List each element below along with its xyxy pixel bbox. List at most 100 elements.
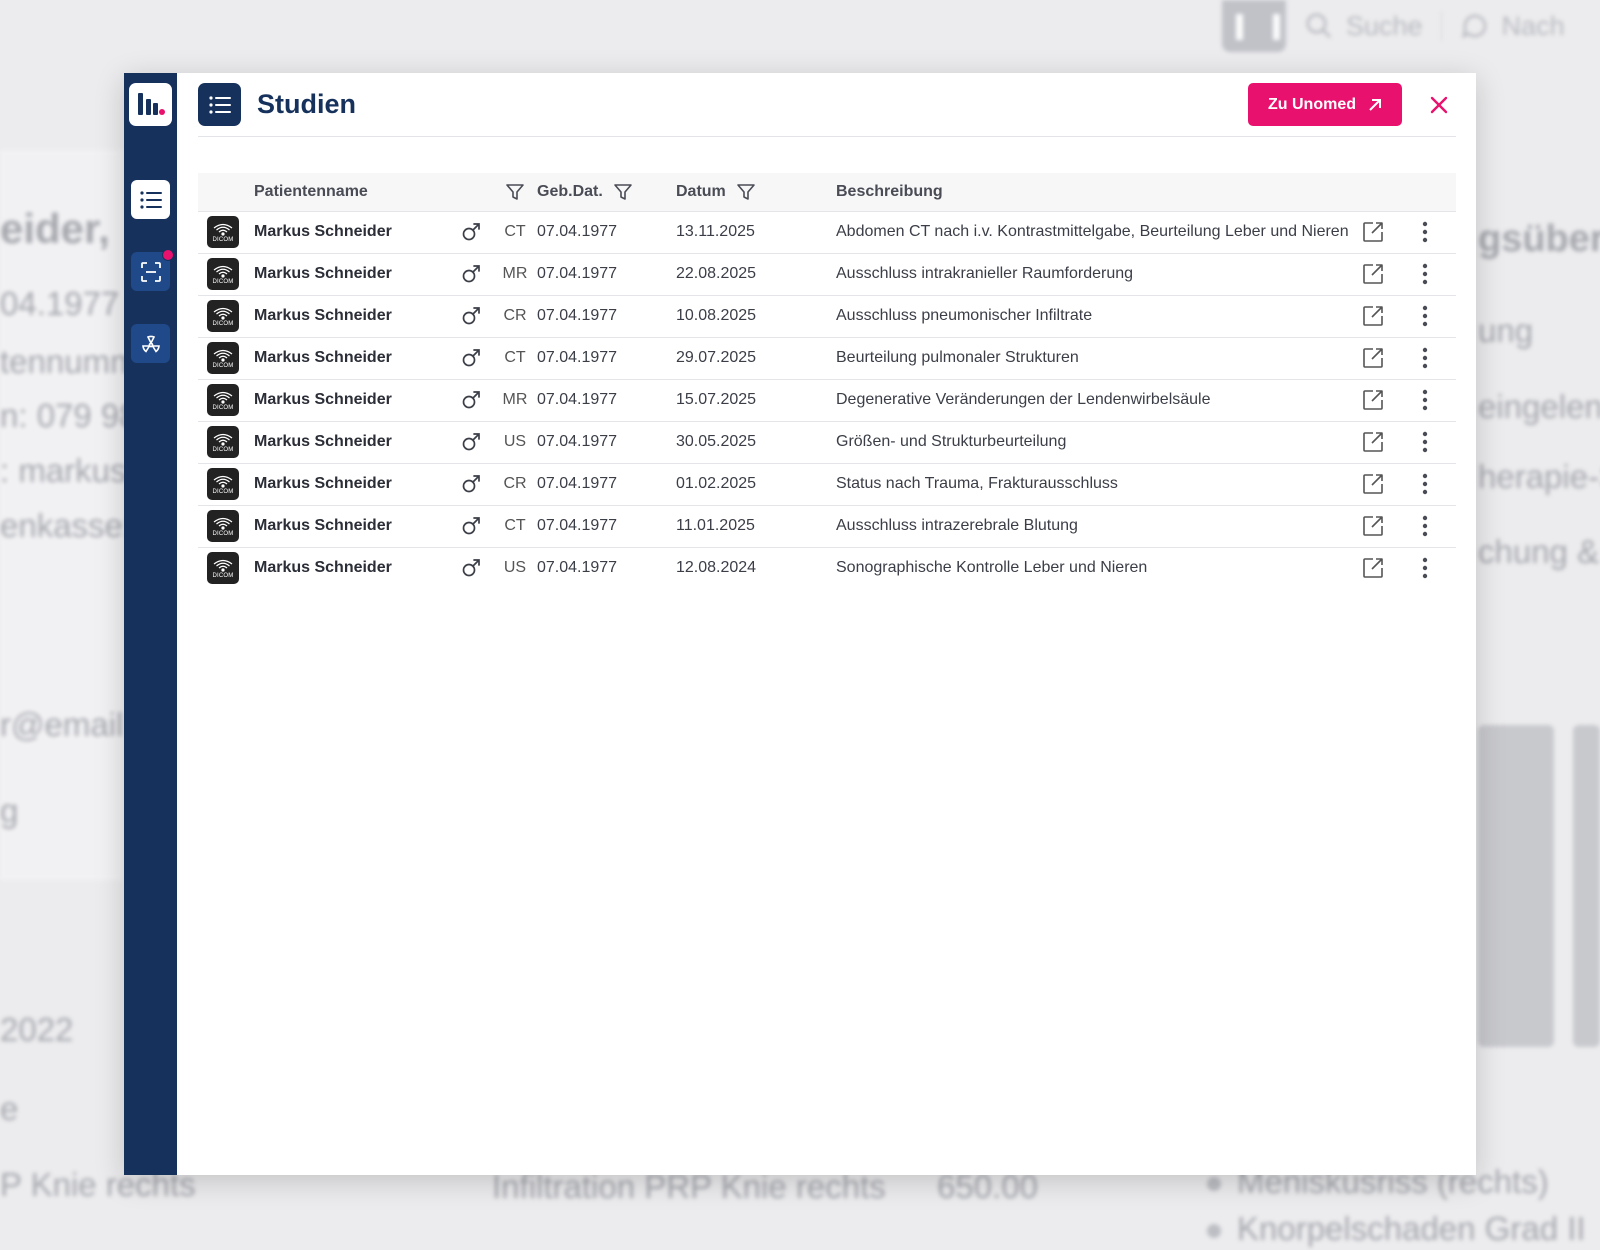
studies-modal: Studien Zu Unomed Patientenname Geb.Dat.… — [124, 73, 1476, 1175]
dicom-label: DICOM — [212, 530, 234, 537]
dicom-cell: DICOM — [198, 505, 254, 547]
dicom-wave-icon — [213, 223, 233, 236]
open-study-button[interactable] — [1351, 211, 1394, 253]
table-row[interactable]: DICOM Markus Schneider CT 07.04.1977 13.11.2… — [198, 211, 1456, 253]
background-list-item: Knorpelschaden Grad II — [1207, 1210, 1586, 1248]
birth-date: 07.04.1977 — [537, 475, 618, 492]
row-menu-button[interactable] — [1394, 253, 1456, 295]
filter-icon — [736, 183, 755, 200]
dicom-wave-icon — [213, 391, 233, 404]
header-sex-col — [449, 173, 493, 211]
row-menu-button[interactable] — [1394, 547, 1456, 589]
dicom-icon: DICOM — [207, 384, 239, 416]
more-vertical-icon — [1422, 221, 1428, 243]
open-study-button[interactable] — [1351, 295, 1394, 337]
brand-logo-dot — [159, 109, 165, 115]
dicom-label: DICOM — [212, 572, 234, 579]
open-study-button[interactable] — [1351, 463, 1394, 505]
brand-logo-bar — [146, 99, 151, 115]
sidebar-radiation-button[interactable] — [131, 324, 170, 363]
table-row[interactable]: DICOM Markus Schneider CR 07.04.1977 01.02.2… — [198, 463, 1456, 505]
background-text: r@email — [0, 706, 124, 743]
chat-icon — [1461, 14, 1486, 39]
patient-name: Markus Schneider — [254, 391, 392, 408]
bullet-icon — [1207, 1224, 1221, 1239]
row-menu-button[interactable] — [1394, 463, 1456, 505]
open-study-button[interactable] — [1351, 547, 1394, 589]
open-study-button[interactable] — [1351, 505, 1394, 547]
dicom-icon: DICOM — [207, 552, 239, 585]
dicom-wave-icon — [213, 475, 233, 488]
open-study-button[interactable] — [1351, 253, 1394, 295]
dicom-icon: DICOM — [207, 342, 239, 374]
study-description: Ausschluss intrazerebrale Blutung — [836, 517, 1078, 534]
dicom-wave-icon — [213, 517, 233, 530]
sex-cell — [449, 337, 493, 379]
patient-name: Markus Schneider — [254, 517, 392, 534]
male-icon — [462, 307, 480, 325]
study-date: 10.08.2025 — [676, 307, 757, 324]
table-row[interactable]: DICOM Markus Schneider US 07.04.1977 30.05.2… — [198, 421, 1456, 463]
table-row[interactable]: DICOM Markus Schneider MR 07.04.1977 22.08.2… — [198, 253, 1456, 295]
open-unomed-button[interactable]: Zu Unomed — [1248, 83, 1402, 126]
row-menu-button[interactable] — [1394, 505, 1456, 547]
sex-cell — [449, 379, 493, 421]
table-row[interactable]: DICOM Markus Schneider US 07.04.1977 12.08.2… — [198, 547, 1456, 589]
external-link-icon — [1362, 432, 1383, 452]
open-study-button[interactable] — [1351, 337, 1394, 379]
background-text: e — [0, 1090, 19, 1127]
more-vertical-icon — [1422, 305, 1428, 327]
table-row[interactable]: DICOM Markus Schneider CT 07.04.1977 29.07.2… — [198, 337, 1456, 379]
background-text: 2022 — [0, 1011, 74, 1048]
dicom-cell: DICOM — [198, 253, 254, 295]
close-icon — [1430, 96, 1448, 113]
more-vertical-icon — [1422, 347, 1428, 369]
row-menu-button[interactable] — [1394, 421, 1456, 463]
background-text: chung & B — [1478, 533, 1600, 570]
birth-date: 07.04.1977 — [537, 307, 618, 324]
row-menu-button[interactable] — [1394, 337, 1456, 379]
open-study-button[interactable] — [1351, 421, 1394, 463]
brand-logo[interactable] — [129, 83, 172, 126]
table-body: DICOM Markus Schneider CT 07.04.1977 13.11.2… — [198, 211, 1456, 589]
filter-icon — [613, 183, 632, 200]
sidebar-scan-button[interactable] — [131, 249, 174, 291]
study-description: Status nach Trauma, Frakturausschluss — [836, 475, 1118, 492]
dicom-wave-icon — [213, 307, 233, 320]
header-description: Beschreibung — [836, 182, 943, 200]
modality: CR — [503, 475, 527, 492]
external-link-icon — [1362, 390, 1383, 410]
sex-cell — [449, 211, 493, 253]
row-menu-button[interactable] — [1394, 379, 1456, 421]
study-date: 22.08.2025 — [676, 265, 757, 282]
table-row[interactable]: DICOM Markus Schneider MR 07.04.1977 15.07.2… — [198, 379, 1456, 421]
dicom-wave-icon — [213, 433, 233, 446]
modal-header: Studien Zu Unomed — [198, 73, 1456, 137]
table-row[interactable]: DICOM Markus Schneider CR 07.04.1977 10.08.2… — [198, 295, 1456, 337]
table-row[interactable]: DICOM Markus Schneider CT 07.04.1977 11.01.2… — [198, 505, 1456, 547]
dicom-icon: DICOM — [207, 510, 239, 542]
more-vertical-icon — [1422, 515, 1428, 537]
open-study-button[interactable] — [1351, 379, 1394, 421]
scan-icon — [140, 261, 161, 282]
dicom-icon: DICOM — [207, 300, 239, 332]
external-link-icon — [1362, 516, 1383, 536]
more-vertical-icon — [1422, 431, 1428, 453]
more-vertical-icon — [1422, 473, 1428, 495]
male-icon — [462, 559, 480, 577]
background-messages-label: Nach — [1501, 10, 1565, 41]
male-icon — [462, 349, 480, 367]
header-patient-name: Patientenname — [254, 182, 368, 200]
modality: MR — [502, 265, 528, 282]
header-date[interactable]: Datum — [676, 173, 836, 211]
dicom-label: DICOM — [212, 446, 234, 453]
header-birth-date[interactable]: Geb.Dat. — [537, 173, 676, 211]
header-modality-filter[interactable] — [493, 173, 537, 211]
dicom-label: DICOM — [212, 488, 234, 495]
close-button[interactable] — [1422, 88, 1456, 122]
sidebar-studies-button[interactable] — [131, 180, 170, 219]
modality: US — [503, 433, 527, 450]
row-menu-button[interactable] — [1394, 295, 1456, 337]
row-menu-button[interactable] — [1394, 211, 1456, 253]
more-vertical-icon — [1422, 263, 1428, 285]
